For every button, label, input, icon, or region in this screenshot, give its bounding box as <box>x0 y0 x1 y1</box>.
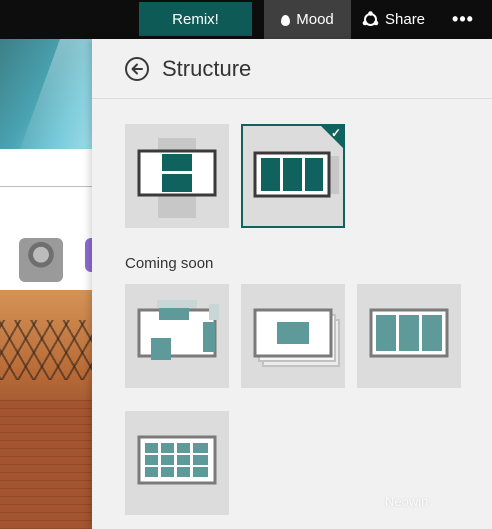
drop-icon <box>281 15 291 26</box>
layout-option-freeform <box>125 284 229 388</box>
panel-divider <box>92 98 492 99</box>
three-panel-layout-icon <box>369 308 449 358</box>
checkmark-icon: ✓ <box>330 126 341 140</box>
grid-layout-icon <box>137 435 217 485</box>
more-options-button[interactable]: ••• <box>443 0 483 39</box>
share-icon <box>362 11 379 26</box>
layout-option-horizontal[interactable]: ✓ <box>241 124 345 228</box>
mood-button[interactable]: Mood <box>264 0 351 39</box>
layout-option-vertical[interactable] <box>125 124 229 228</box>
layout-option-stacked <box>241 284 345 388</box>
canvas-banner-image <box>0 39 100 149</box>
stacked-cards-layout-icon <box>253 308 340 367</box>
share-label: Share <box>385 11 426 28</box>
layout-option-three-panel <box>357 284 461 388</box>
bridge-truss <box>0 320 100 380</box>
panel-title: Structure <box>162 56 252 81</box>
remix-button[interactable]: Remix! <box>139 2 252 36</box>
canvas-divider <box>0 186 92 187</box>
share-button[interactable]: Share <box>362 0 432 39</box>
layout-option-grid <box>125 411 229 515</box>
freeform-layout-icon <box>137 300 219 360</box>
coming-soon-heading: Coming soon <box>125 255 214 272</box>
avatar <box>19 238 63 282</box>
back-arrow-icon <box>131 63 143 75</box>
watermark: Neowin <box>385 494 429 509</box>
structure-panel: Structure ✓ Coming soon <box>92 39 492 529</box>
presentation-canvas <box>0 39 105 529</box>
canvas-photo <box>0 290 100 529</box>
brick-wall <box>0 400 100 529</box>
vertical-scroll-layout-icon <box>137 138 217 218</box>
top-bar: Remix! Mood Share ••• <box>0 0 492 39</box>
back-button[interactable] <box>125 57 149 81</box>
mood-label: Mood <box>296 11 334 28</box>
